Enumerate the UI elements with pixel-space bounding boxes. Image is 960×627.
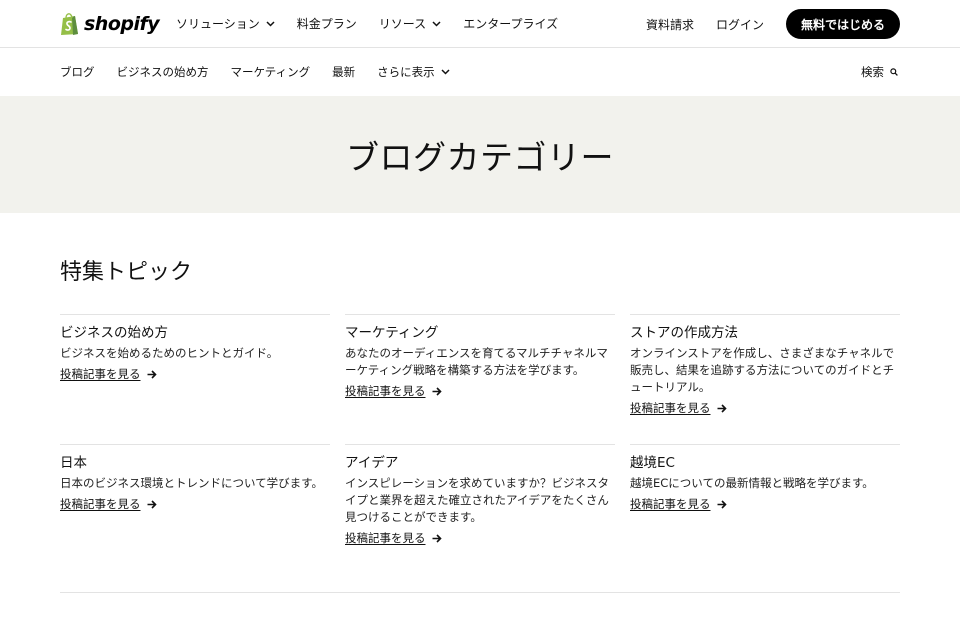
chevron-down-icon (266, 20, 275, 27)
view-posts-label: 投稿記事を見る (60, 497, 141, 511)
topic-card-title: 日本 (60, 455, 87, 471)
view-posts-link[interactable]: 投稿記事を見る (60, 365, 157, 383)
topic-card-title: ストアの作成方法 (630, 325, 738, 341)
topic-card: 日本 日本のビジネス環境とトレンドについて学びます。 投稿記事を見る (60, 444, 330, 513)
blog-subnav-items: ブログ ビジネスの始め方 マーケティング 最新 さらに表示 (60, 64, 450, 80)
view-posts-label: 投稿記事を見る (345, 531, 426, 545)
topic-card-description: ビジネスを始めるためのヒントとガイド。 (60, 346, 279, 360)
chevron-down-icon (432, 20, 441, 27)
topic-card-title: ビジネスの始め方 (60, 325, 168, 341)
subnav-item-latest[interactable]: 最新 (332, 64, 355, 80)
view-posts-label: 投稿記事を見る (630, 497, 711, 511)
view-posts-link[interactable]: 投稿記事を見る (630, 399, 727, 417)
view-posts-label: 投稿記事を見る (60, 367, 141, 381)
view-posts-label: 投稿記事を見る (630, 401, 711, 415)
start-free-button[interactable]: 無料ではじめる (785, 9, 900, 39)
nav-solutions-label: ソリューション (176, 17, 260, 31)
topic-card-description: オンラインストアを作成し、さまざまなチャネルで販売し、結果を追跡する方法について… (630, 346, 895, 394)
search-button[interactable]: 検索 (861, 64, 898, 80)
topic-card-description: 越境ECについての最新情報と戦略を学びます。 (630, 476, 874, 490)
nav-resources[interactable]: リソース (379, 15, 441, 32)
nav-enterprise[interactable]: エンタープライズ (463, 15, 558, 32)
top-header: shopify ソリューション 料金プラン リソース エンタープライズ 資料請求… (0, 0, 960, 48)
search-icon (890, 68, 898, 76)
arrow-right-icon (432, 386, 442, 396)
subnav-item-label: ブログ (60, 65, 95, 79)
header-actions: 資料請求 ログイン 無料ではじめる (646, 9, 900, 39)
main-nav: ソリューション 料金プラン リソース エンタープライズ (176, 15, 558, 32)
topic-card-title: アイデア (345, 455, 399, 471)
topic-card-title: マーケティング (345, 325, 439, 341)
topic-card-description: 日本のビジネス環境とトレンドについて学びます。 (60, 476, 324, 490)
subnav-item-label: 最新 (332, 65, 356, 79)
topic-card-title: 越境EC (630, 455, 675, 471)
shopify-bag-icon (61, 13, 78, 35)
topic-card-description: インスピレーションを求めていますか？ビジネスタイプと業界を超えた確立されたアイデ… (345, 476, 610, 524)
view-posts-link[interactable]: 投稿記事を見る (60, 495, 157, 513)
view-posts-link[interactable]: 投稿記事を見る (345, 382, 442, 400)
arrow-right-icon (717, 499, 727, 509)
login-link[interactable]: ログイン (716, 16, 764, 33)
topic-card: マーケティング あなたのオーディエンスを育てるマルチチャネルマーケティング戦略を… (345, 314, 615, 400)
subnav-item-label: さらに表示 (377, 65, 435, 79)
subnav-item-more[interactable]: さらに表示 (377, 64, 450, 80)
nav-enterprise-label: エンタープライズ (463, 17, 559, 31)
arrow-right-icon (147, 499, 157, 509)
request-docs-link[interactable]: 資料請求 (646, 16, 694, 33)
view-posts-link[interactable]: 投稿記事を見る (345, 529, 442, 547)
topic-card: アイデア インスピレーションを求めていますか？ビジネスタイプと業界を超えた確立さ… (345, 444, 615, 547)
view-posts-label: 投稿記事を見る (345, 384, 426, 398)
search-label: 検索 (861, 65, 884, 79)
subnav-item-start-business[interactable]: ビジネスの始め方 (117, 64, 209, 80)
featured-topics-heading: 特集トピック (60, 260, 193, 285)
shopify-wordmark: shopify (84, 13, 160, 35)
topic-card: 越境EC 越境ECについての最新情報と戦略を学びます。 投稿記事を見る (630, 444, 900, 513)
section-divider (60, 592, 900, 593)
page-title: ブログカテゴリー (346, 137, 614, 177)
arrow-right-icon (432, 533, 442, 543)
hero-banner: ブログカテゴリー (0, 96, 960, 213)
chevron-down-icon (441, 69, 450, 75)
subnav-item-blog[interactable]: ブログ (60, 64, 95, 80)
nav-pricing[interactable]: 料金プラン (297, 15, 357, 32)
nav-resources-label: リソース (378, 17, 427, 31)
subnav-item-label: マーケティング (230, 65, 311, 79)
subnav-item-label: ビジネスの始め方 (116, 65, 209, 79)
nav-solutions[interactable]: ソリューション (176, 15, 275, 32)
arrow-right-icon (717, 403, 727, 413)
topic-card-description: あなたのオーディエンスを育てるマルチチャネルマーケティング戦略を構築する方法を学… (345, 346, 608, 377)
topic-card: ビジネスの始め方 ビジネスを始めるためのヒントとガイド。 投稿記事を見る (60, 314, 330, 383)
shopify-logo[interactable]: shopify (60, 11, 160, 37)
blog-subnav: ブログ ビジネスの始め方 マーケティング 最新 さらに表示 検索 (0, 48, 960, 96)
nav-pricing-label: 料金プラン (296, 17, 357, 31)
arrow-right-icon (147, 369, 157, 379)
topic-card: ストアの作成方法 オンラインストアを作成し、さまざまなチャネルで販売し、結果を追… (630, 314, 900, 417)
view-posts-link[interactable]: 投稿記事を見る (630, 495, 727, 513)
subnav-item-marketing[interactable]: マーケティング (231, 64, 311, 80)
